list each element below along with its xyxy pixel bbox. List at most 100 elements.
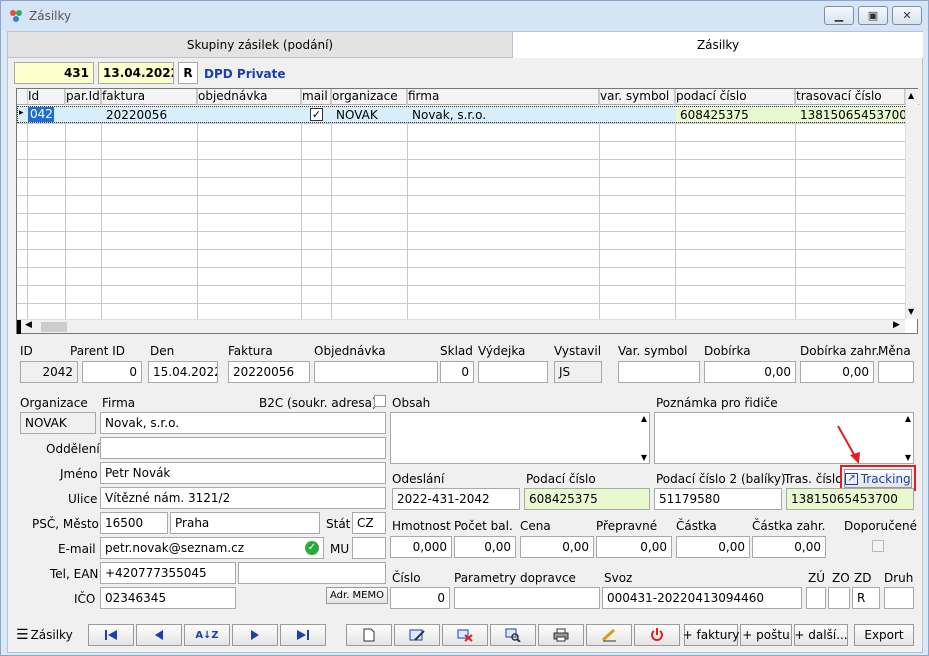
add-dalsi-button[interactable]: + další... bbox=[794, 624, 848, 646]
svoz-field[interactable]: 000431-20220413094460 bbox=[602, 587, 802, 609]
obsah-textarea[interactable]: ▲ ▼ bbox=[390, 412, 650, 464]
oddeleni-field[interactable] bbox=[100, 437, 386, 459]
scroll-down-icon[interactable]: ▼ bbox=[908, 307, 914, 316]
cislo-field[interactable]: 0 bbox=[390, 587, 450, 609]
stat-field[interactable]: CZ bbox=[352, 512, 386, 534]
scroll-up-icon[interactable]: ▲ bbox=[908, 91, 914, 100]
mail-checkbox[interactable]: ✓ bbox=[310, 108, 323, 121]
zu-field[interactable] bbox=[806, 587, 826, 609]
doporucene-checkbox[interactable] bbox=[872, 540, 884, 552]
sort-button[interactable]: A↓Z bbox=[184, 624, 230, 646]
prev-record-button[interactable] bbox=[136, 624, 182, 646]
cell-faktura[interactable]: 20220056 bbox=[106, 108, 167, 122]
scroll-down-icon[interactable]: ▼ bbox=[905, 453, 911, 462]
parametry-field[interactable] bbox=[454, 587, 600, 609]
add-faktury-button[interactable]: + faktury bbox=[683, 624, 739, 646]
edit-record-button[interactable] bbox=[394, 624, 440, 646]
objednavka-field[interactable] bbox=[314, 361, 438, 383]
group-id-field[interactable]: 431 bbox=[14, 62, 94, 84]
export-button[interactable]: Export bbox=[854, 624, 914, 646]
poznamka-textarea[interactable]: ▲ ▼ bbox=[654, 412, 914, 464]
mesto-field[interactable]: Praha bbox=[170, 512, 320, 534]
column-header[interactable]: firma bbox=[407, 89, 599, 105]
table-row[interactable]: ▸ 042 20220056 ✓ NOVAK Novak, s.r.o. 608… bbox=[17, 106, 907, 123]
shipments-grid[interactable]: Id par.Id. faktura objednávka mail organ… bbox=[16, 88, 919, 334]
dobirka-field[interactable]: 0,00 bbox=[704, 361, 796, 383]
prepravne-field[interactable]: 0,00 bbox=[596, 536, 672, 558]
podaci2-field[interactable]: 51179580 bbox=[654, 488, 782, 510]
column-header[interactable]: var. symbol bbox=[599, 89, 675, 105]
column-header[interactable]: Id bbox=[27, 89, 65, 105]
scroll-left-icon[interactable]: ◀ bbox=[25, 320, 32, 330]
column-header[interactable]: podací číslo bbox=[675, 89, 795, 105]
den-field[interactable]: 15.04.2022 bbox=[148, 361, 218, 383]
scroll-up-icon[interactable]: ▲ bbox=[905, 414, 911, 423]
close-form-button[interactable] bbox=[634, 624, 680, 646]
cell-podaci[interactable]: 608425375 bbox=[676, 107, 796, 122]
odeslani-field[interactable]: 2022-431-2042 bbox=[392, 488, 520, 510]
adr-memo-button[interactable]: Adr. MEMO bbox=[326, 587, 388, 604]
email-field[interactable]: petr.novak@seznam.cz ✓ bbox=[100, 537, 324, 559]
druh-field[interactable] bbox=[884, 587, 914, 609]
podaci-field[interactable]: 608425375 bbox=[524, 488, 650, 510]
tab-skupiny[interactable]: Skupiny zásilek (podání) bbox=[8, 32, 513, 58]
cell-firma[interactable]: Novak, s.r.o. bbox=[412, 108, 486, 122]
next-record-button[interactable] bbox=[232, 624, 278, 646]
cell-organizace[interactable]: NOVAK bbox=[336, 108, 378, 122]
vertical-scrollbar[interactable]: ▲ ▼ bbox=[905, 89, 918, 319]
organizace-field[interactable]: NOVAK bbox=[20, 412, 96, 434]
column-header[interactable]: faktura bbox=[101, 89, 197, 105]
cell-id[interactable]: 042 bbox=[28, 107, 54, 122]
scroll-thumb[interactable] bbox=[41, 322, 67, 332]
horizontal-scrollbar[interactable]: ◀ ▶ bbox=[17, 319, 905, 334]
print-button[interactable] bbox=[538, 624, 584, 646]
pocet-bal-field[interactable]: 0,00 bbox=[454, 536, 516, 558]
search-button[interactable] bbox=[490, 624, 536, 646]
b2c-checkbox[interactable] bbox=[374, 395, 386, 407]
column-header[interactable]: mail bbox=[301, 89, 331, 105]
scroll-down-icon[interactable]: ▼ bbox=[641, 453, 647, 462]
cena-field[interactable]: 0,00 bbox=[520, 536, 594, 558]
castka-field[interactable]: 0,00 bbox=[676, 536, 750, 558]
column-header[interactable]: par.Id. bbox=[65, 89, 101, 105]
castka-zahr-field[interactable]: 0,00 bbox=[752, 536, 826, 558]
vydejka-field[interactable] bbox=[478, 361, 548, 383]
column-header[interactable]: trasovací číslo bbox=[795, 89, 905, 105]
new-record-button[interactable] bbox=[346, 624, 392, 646]
group-flag-field[interactable]: R bbox=[178, 62, 198, 84]
cell-trasovaci[interactable]: 13815065453700 bbox=[796, 107, 907, 122]
tab-zasilky[interactable]: Zásilky bbox=[513, 32, 923, 58]
delete-record-button[interactable] bbox=[442, 624, 488, 646]
sklad-field[interactable]: 0 bbox=[440, 361, 474, 383]
tools-button[interactable] bbox=[586, 624, 632, 646]
first-record-button[interactable] bbox=[88, 624, 134, 646]
menu-button[interactable]: ☰ Zásilky bbox=[16, 627, 73, 643]
faktura-field[interactable]: 20220056 bbox=[228, 361, 310, 383]
last-record-button[interactable] bbox=[280, 624, 326, 646]
hmotnost-field[interactable]: 0,000 bbox=[390, 536, 452, 558]
column-header[interactable]: objednávka bbox=[197, 89, 301, 105]
zo-field[interactable] bbox=[828, 587, 850, 609]
add-postu-button[interactable]: + poštu bbox=[740, 624, 792, 646]
var-symbol-field[interactable] bbox=[618, 361, 700, 383]
group-date-field[interactable]: 13.04.2022 bbox=[98, 62, 174, 84]
column-header[interactable]: organizace bbox=[331, 89, 407, 105]
zd-field[interactable]: R bbox=[852, 587, 880, 609]
scroll-up-icon[interactable]: ▲ bbox=[641, 414, 647, 423]
psc-field[interactable]: 16500 bbox=[100, 512, 168, 534]
scroll-right-icon[interactable]: ▶ bbox=[893, 320, 900, 330]
ico-field[interactable]: 02346345 bbox=[100, 587, 236, 609]
jmeno-field[interactable]: Petr Novák bbox=[100, 462, 386, 484]
minimize-button[interactable]: ▁ bbox=[824, 6, 854, 25]
ulice-field[interactable]: Vítězné nám. 3121/2 bbox=[100, 487, 386, 509]
parent-id-field[interactable]: 0 bbox=[82, 361, 142, 383]
mu-field[interactable] bbox=[352, 537, 386, 559]
close-window-button[interactable]: ✕ bbox=[892, 6, 922, 25]
ean-field[interactable] bbox=[238, 562, 386, 584]
tras-field[interactable]: 13815065453700 bbox=[786, 488, 914, 510]
firma-field[interactable]: Novak, s.r.o. bbox=[100, 412, 386, 434]
tracking-button[interactable]: ↗ Tracking bbox=[844, 469, 912, 488]
dobirka-zahr-field[interactable]: 0,00 bbox=[800, 361, 874, 383]
tel-field[interactable]: +420777355045 bbox=[100, 562, 236, 584]
mena-field[interactable] bbox=[878, 361, 914, 383]
